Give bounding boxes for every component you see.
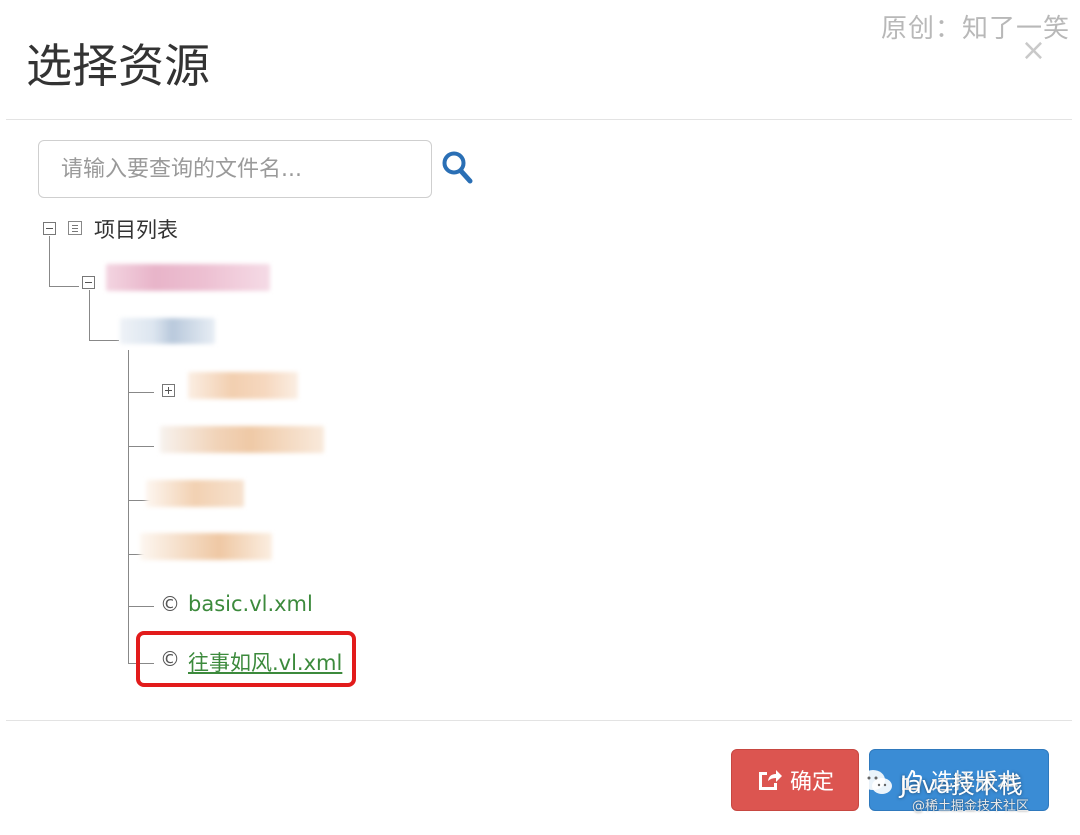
blurred-folder-name <box>188 372 298 399</box>
level1-toggle[interactable] <box>82 276 95 289</box>
file-node-basic[interactable]: basic.vl.xml <box>188 592 313 616</box>
confirm-button[interactable]: 确定 <box>731 749 859 811</box>
tree-connector <box>128 446 154 447</box>
tree-root-label[interactable]: 项目列表 <box>94 214 178 244</box>
expand-toggle[interactable] <box>162 384 175 397</box>
share-icon <box>758 770 782 790</box>
footer-divider <box>6 720 1072 721</box>
tree-connector <box>49 286 79 287</box>
confirm-button-label: 确定 <box>789 770 834 795</box>
search-icon[interactable] <box>441 150 473 184</box>
blurred-file-name <box>160 426 324 453</box>
highlight-annotation-box <box>136 631 356 687</box>
blurred-folder-name <box>106 264 270 291</box>
tree-connector <box>49 236 50 286</box>
tree-connector <box>128 350 129 664</box>
tree-connector <box>128 606 154 607</box>
header-divider <box>6 119 1072 120</box>
modal-title: 选择资源 <box>26 39 210 93</box>
watermark-sub: @稀土掘金技术社区 <box>912 799 1030 814</box>
folder-icon <box>68 221 82 235</box>
root-toggle[interactable] <box>43 222 56 235</box>
wechat-icon <box>861 769 892 794</box>
blurred-folder-name <box>120 318 215 344</box>
close-icon[interactable]: × <box>1021 36 1046 66</box>
tree-connector <box>89 290 90 340</box>
tree-connector <box>128 392 154 393</box>
search-input[interactable] <box>38 140 432 198</box>
copyright-file-icon: © <box>160 592 180 616</box>
blurred-file-name <box>146 480 244 507</box>
tree-connector <box>89 340 119 341</box>
blurred-file-name <box>140 533 272 560</box>
